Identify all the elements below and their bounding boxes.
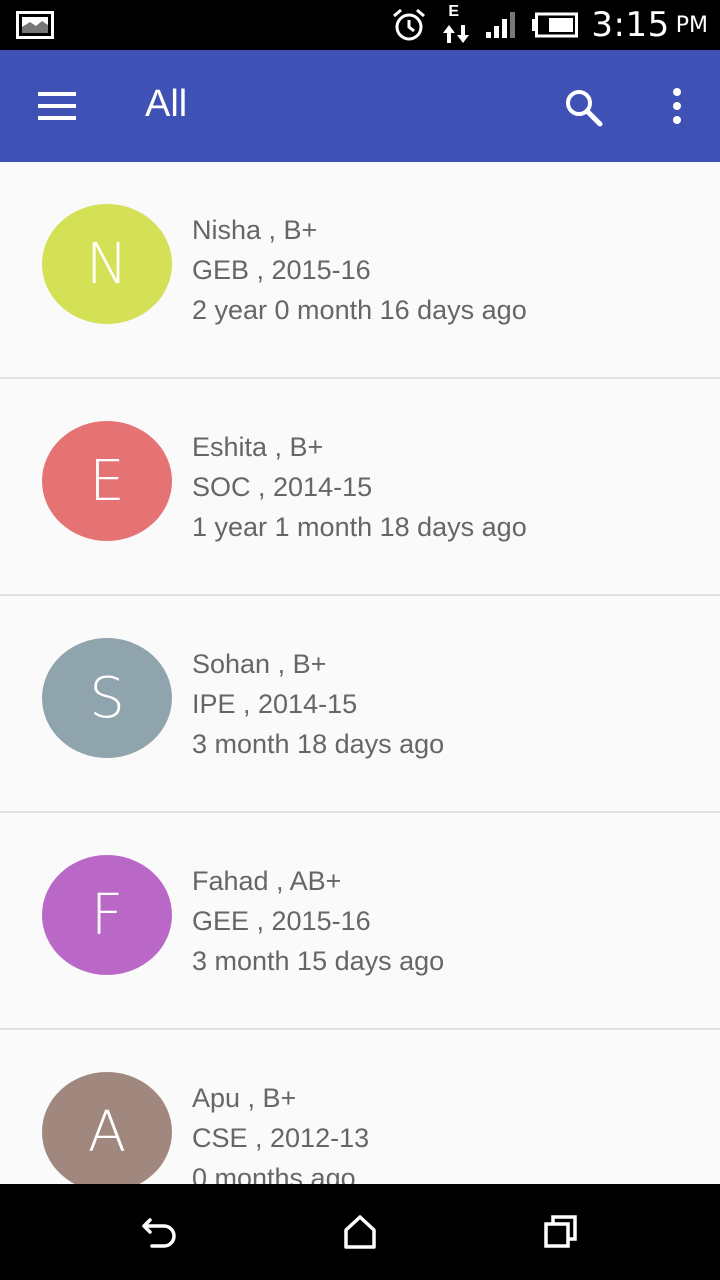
list-item-text: Sohan , B+ IPE , 2014-15 3 month 18 days…: [192, 644, 444, 764]
menu-icon[interactable]: [30, 84, 82, 128]
list-item[interactable]: E Eshita , B+ SOC , 2014-15 1 year 1 mon…: [0, 379, 720, 596]
list-item[interactable]: A Apu , B+ CSE , 2012-13 0 months ago: [0, 1030, 720, 1184]
list-item[interactable]: F Fahad , AB+ GEE , 2015-16 3 month 15 d…: [0, 813, 720, 1030]
contact-time-ago: 3 month 15 days ago: [192, 946, 445, 976]
list-item-text: Nisha , B+ GEB , 2015-16 2 year 0 month …: [192, 210, 527, 330]
contact-list: N Nisha , B+ GEB , 2015-16 2 year 0 mont…: [0, 162, 720, 1184]
list-item[interactable]: N Nisha , B+ GEB , 2015-16 2 year 0 mont…: [0, 162, 720, 379]
list-item[interactable]: S Sohan , B+ IPE , 2014-15 3 month 18 da…: [0, 596, 720, 813]
contact-name: Apu , B+: [192, 1083, 297, 1113]
avatar: E: [42, 421, 172, 541]
list-item-text: Eshita , B+ SOC , 2014-15 1 year 1 month…: [192, 427, 527, 547]
page-title: All: [145, 83, 188, 125]
battery-icon: [532, 12, 579, 38]
status-bar: E 3:15 PM: [0, 0, 720, 50]
contact-name: Sohan , B+: [192, 649, 327, 679]
alarm-icon: [393, 8, 426, 41]
contact-time-ago: 1 year 1 month 18 days ago: [192, 512, 527, 542]
avatar: F: [42, 855, 172, 975]
home-icon[interactable]: [340, 1212, 380, 1252]
contact-dept: SOC , 2014-15: [192, 472, 373, 502]
recents-icon[interactable]: [540, 1212, 580, 1252]
list-item-text: Apu , B+ CSE , 2012-13 0 months ago: [192, 1078, 369, 1184]
contact-time-ago: 3 month 18 days ago: [192, 729, 445, 759]
more-vert-icon[interactable]: [660, 84, 694, 130]
gallery-icon: [16, 11, 54, 39]
contact-dept: IPE , 2014-15: [192, 689, 358, 719]
contact-time-ago: 0 months ago: [192, 1163, 356, 1184]
list-item-text: Fahad , AB+ GEE , 2015-16 3 month 15 day…: [192, 861, 444, 981]
avatar: A: [42, 1072, 172, 1184]
signal-icon: [486, 12, 516, 38]
contact-name: Eshita , B+: [192, 432, 324, 462]
navigation-bar: [0, 1184, 720, 1280]
back-icon[interactable]: [140, 1212, 180, 1252]
search-icon[interactable]: [560, 84, 606, 130]
contact-name: Fahad , AB+: [192, 866, 342, 896]
data-transfer-icon: E: [439, 3, 473, 47]
contact-dept: GEE , 2015-16: [192, 906, 371, 936]
avatar: N: [42, 204, 172, 324]
avatar: S: [42, 638, 172, 758]
status-time: 3:15: [591, 5, 670, 45]
app-bar: All: [0, 50, 720, 162]
network-type-label: E: [448, 3, 460, 20]
contact-dept: GEB , 2015-16: [192, 255, 371, 285]
contact-time-ago: 2 year 0 month 16 days ago: [192, 295, 527, 325]
contact-dept: CSE , 2012-13: [192, 1123, 370, 1153]
status-ampm: PM: [675, 12, 708, 38]
contact-name: Nisha , B+: [192, 215, 318, 245]
